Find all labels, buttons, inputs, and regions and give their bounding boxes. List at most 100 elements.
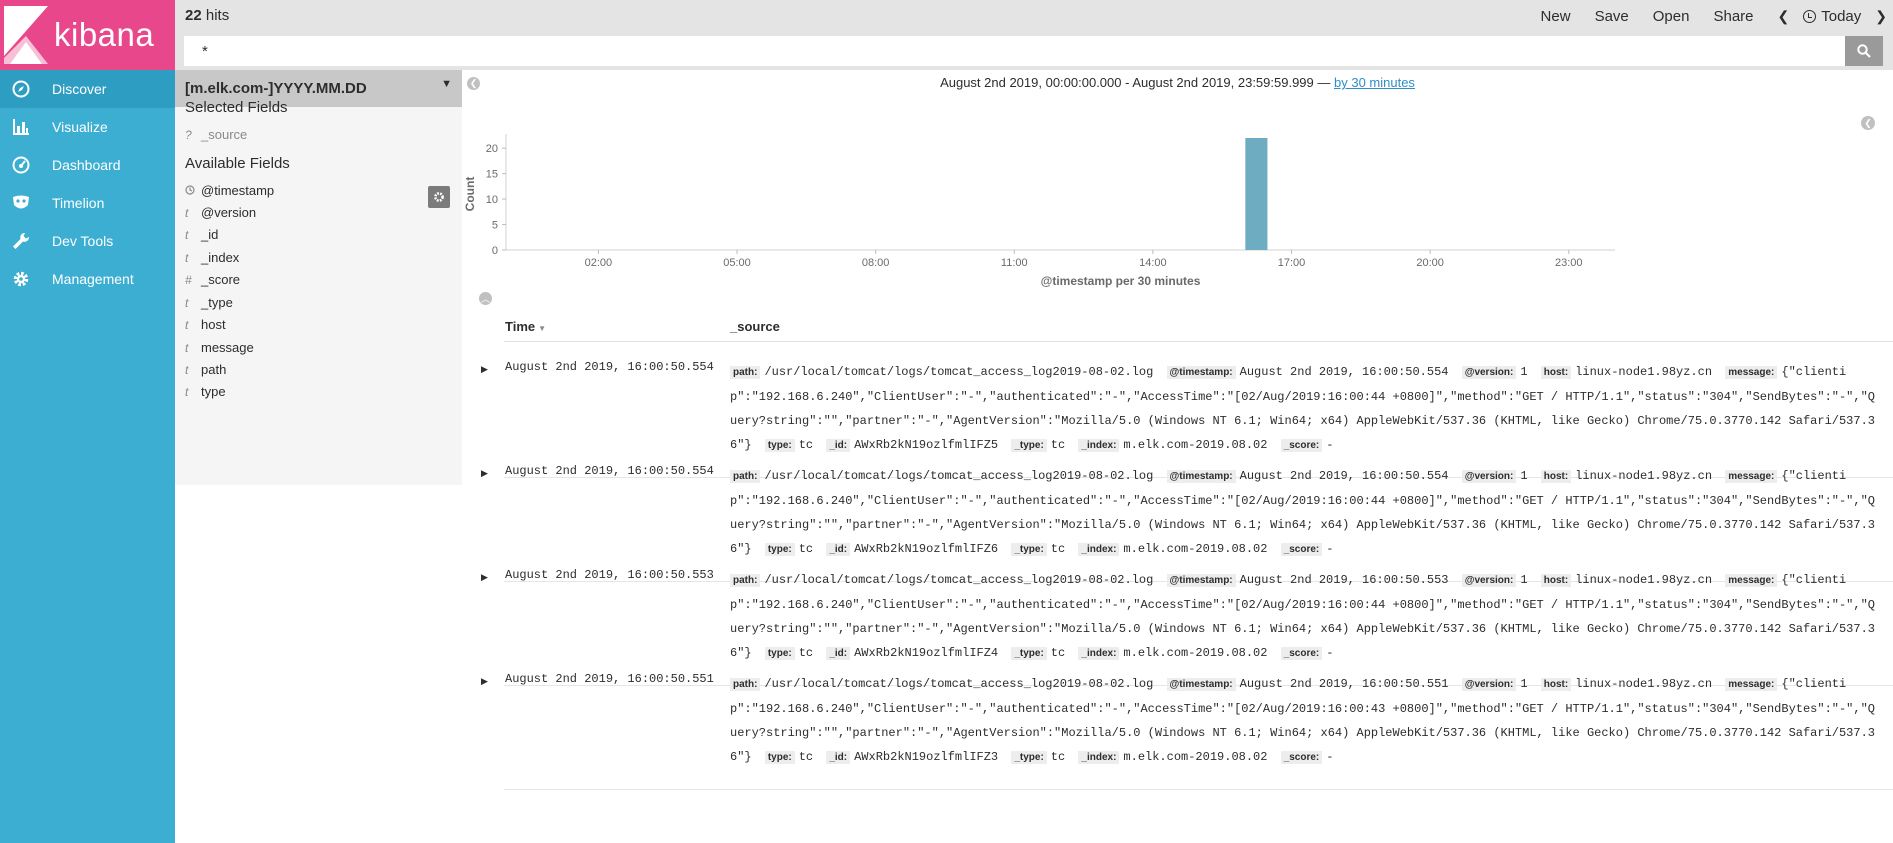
kibana-logo[interactable]: kibana [0, 0, 175, 70]
expand-row-icon[interactable]: ▶ [481, 676, 488, 687]
source-field-key: host: [1540, 470, 1572, 483]
expand-row-icon[interactable]: ▶ [481, 364, 488, 375]
y-tick-label: 0 [492, 245, 498, 257]
field-item-type[interactable]: t type [185, 384, 226, 399]
histogram-bar[interactable] [1245, 138, 1268, 250]
source-field-key: _index: [1078, 543, 1120, 556]
y-tick-label: 5 [492, 220, 498, 232]
new-button[interactable]: New [1541, 8, 1571, 25]
source-field-key: _type: [1011, 751, 1047, 764]
column-title: Time [505, 319, 536, 334]
x-tick-label: 02:00 [585, 257, 613, 269]
interval-link[interactable]: by 30 minutes [1334, 75, 1415, 90]
time-picker-button[interactable]: Today [1803, 8, 1861, 25]
brand-name: kibana [54, 16, 155, 53]
caret-down-icon: ▼ [441, 78, 452, 90]
source-field-key: host: [1540, 574, 1572, 587]
source-field-key: path: [730, 366, 761, 379]
x-tick-label: 05:00 [723, 257, 751, 269]
share-button[interactable]: Share [1713, 8, 1753, 25]
nav-item-discover[interactable]: Discover [0, 70, 175, 108]
source-field-key: _type: [1011, 647, 1047, 660]
field-item-host[interactable]: t host [185, 317, 226, 332]
source-field-value: - [1326, 646, 1334, 660]
search-icon [1857, 44, 1871, 58]
selected-fields-title: Selected Fields [185, 99, 288, 116]
search-button[interactable] [1845, 36, 1883, 66]
source-field-key: path: [730, 574, 761, 587]
nav-item-timelion[interactable]: Timelion [0, 184, 175, 222]
field-type-string-icon: t [185, 205, 189, 220]
source-field-value: m.elk.com-2019.08.02 [1123, 750, 1268, 764]
field-type-string-icon: t [185, 317, 189, 332]
time-column-header[interactable]: Time ▼ [505, 319, 546, 334]
search-input[interactable] [184, 36, 1845, 66]
field-item-id[interactable]: t _id [185, 227, 218, 242]
query-bar [175, 32, 1893, 70]
x-tick-label: 11:00 [1001, 257, 1028, 269]
field-item-timestamp[interactable]: @timestamp [185, 183, 274, 198]
x-axis-label: @timestamp per 30 minutes [1041, 274, 1201, 288]
source-field-value: tc [798, 750, 814, 764]
field-name: @version [201, 205, 257, 220]
expand-row-icon[interactable]: ▶ [481, 572, 488, 583]
source-field-value: August 2nd 2019, 16:00:50.554 [1239, 365, 1449, 379]
expand-row-icon[interactable]: ▶ [481, 468, 488, 479]
field-name: _source [201, 127, 248, 142]
chevron-left-icon[interactable]: ❮ [1778, 8, 1790, 25]
field-item-message[interactable]: t message [185, 340, 254, 355]
dashboard-gauge-icon [12, 156, 30, 174]
source-field-key: @version: [1461, 678, 1517, 691]
field-item-index[interactable]: t _index [185, 250, 239, 265]
source-field-value: - [1326, 750, 1334, 764]
header-divider [504, 341, 1893, 342]
source-field-value: 1 [1520, 469, 1528, 483]
source-field-key: _type: [1011, 543, 1047, 556]
source-field-key: type: [764, 751, 795, 764]
field-type-string-icon: t [185, 340, 189, 355]
source-field-key: _score: [1280, 647, 1323, 660]
source-field-key: @timestamp: [1166, 678, 1236, 691]
field-item-source[interactable]: ? _source [185, 127, 247, 142]
source-field-value: tc [1050, 542, 1066, 556]
source-field-key: _score: [1280, 751, 1323, 764]
fields-sidebar: [m.elk.com-]YYYY.MM.DD ▼ Selected Fields… [175, 70, 462, 843]
source-field-key: _score: [1280, 439, 1323, 452]
source-field-key: _id: [826, 439, 851, 452]
gear-icon [12, 270, 30, 288]
field-settings-button[interactable] [428, 186, 450, 208]
clock-icon [185, 184, 201, 198]
bar-chart-icon [12, 118, 30, 136]
nav-item-management[interactable]: Management [0, 260, 175, 298]
field-item-version[interactable]: t @version [185, 205, 256, 220]
source-field-key: path: [730, 678, 761, 691]
field-name: path [201, 362, 227, 377]
source-field-value: tc [798, 542, 814, 556]
save-button[interactable]: Save [1595, 8, 1629, 25]
table-row: ▶ August 2nd 2019, 16:00:50.551 path:/usr/… [462, 666, 1893, 790]
time-range-text: August 2nd 2019, 00:00:00.000 - August 2… [940, 75, 1334, 90]
field-item-path[interactable]: t path [185, 362, 226, 377]
open-button[interactable]: Open [1653, 8, 1690, 25]
field-type-unknown-icon: ? [185, 127, 192, 142]
discover-main: August 2nd 2019, 00:00:00.000 - August 2… [462, 70, 1893, 843]
field-type-string-icon: t [185, 250, 189, 265]
source-field-key: _index: [1078, 751, 1120, 764]
chevron-right-icon[interactable]: ❯ [1875, 8, 1887, 25]
field-item-score[interactable]: # _score [185, 272, 240, 287]
x-tick-label: 08:00 [862, 257, 890, 269]
timelion-mask-icon [12, 194, 30, 212]
y-axis-label: Count [463, 177, 477, 212]
x-tick-label: 17:00 [1278, 257, 1306, 269]
top-actions: New Save Open Share ❮ Today ❯ [1541, 0, 1893, 32]
nav-item-dashboard[interactable]: Dashboard [0, 146, 175, 184]
nav-item-visualize[interactable]: Visualize [0, 108, 175, 146]
nav-item-dev-tools[interactable]: Dev Tools [0, 222, 175, 260]
x-tick-label: 14:00 [1139, 257, 1167, 269]
collapse-table-button[interactable]: ︿ [479, 292, 492, 305]
sort-down-icon: ▼ [538, 324, 547, 333]
row-source: path:/usr/local/tomcat/logs/tomcat_acces… [730, 360, 1880, 458]
nav-label: Timelion [52, 195, 105, 211]
field-name: message [201, 340, 254, 355]
field-item-type-underscore[interactable]: t _type [185, 295, 233, 310]
